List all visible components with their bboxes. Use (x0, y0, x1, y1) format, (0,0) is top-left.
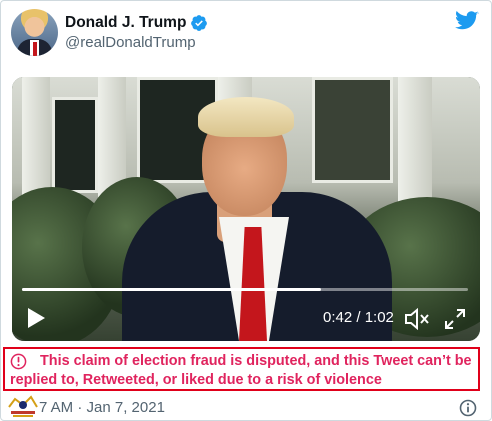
tweet-card: Donald J. Trump @realDonaldTrump 0:42 / … (0, 0, 492, 421)
window (52, 97, 98, 193)
twitter-bird-icon[interactable] (455, 11, 479, 31)
video-scrubber[interactable] (22, 288, 468, 291)
author-name-row[interactable]: Donald J. Trump (65, 13, 208, 33)
tweet-timestamp[interactable]: 7 AM · Jan 7, 2021 (39, 399, 165, 416)
warning-text: This claim of election fraud is disputed… (10, 353, 472, 388)
video-progress (22, 288, 321, 291)
volume-muted-icon[interactable] (404, 308, 430, 330)
window (312, 77, 393, 183)
video-time: 0:42 / 1:02 (323, 309, 394, 326)
author-display-name[interactable]: Donald J. Trump (65, 14, 186, 32)
fullscreen-icon[interactable] (444, 308, 466, 330)
info-icon[interactable] (459, 399, 477, 417)
video-player[interactable]: 0:42 / 1:02 (12, 77, 480, 341)
watermark-logo (8, 395, 38, 417)
misinformation-warning[interactable]: This claim of election fraud is disputed… (3, 347, 480, 391)
play-icon[interactable] (26, 307, 46, 329)
speaker-hair (198, 97, 294, 137)
verified-badge-icon (191, 15, 208, 31)
author-handle[interactable]: @realDonaldTrump (65, 34, 196, 51)
avatar[interactable] (11, 9, 58, 56)
